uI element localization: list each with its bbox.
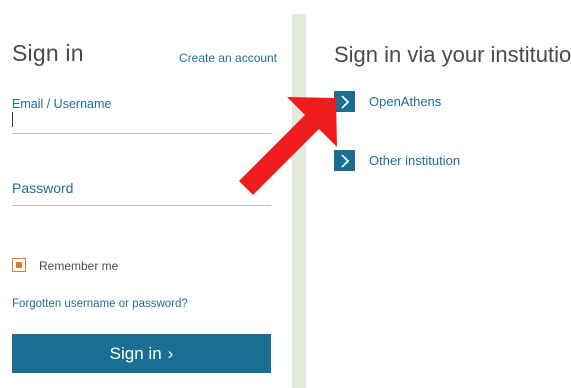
remember-me-label: Remember me	[39, 259, 119, 273]
forgot-password-link[interactable]: Forgotten username or password?	[12, 298, 188, 310]
other-institution-option[interactable]: Other institution	[334, 150, 460, 171]
create-account-link[interactable]: Create an account	[179, 51, 277, 65]
email-input[interactable]	[12, 110, 271, 134]
openathens-option[interactable]: OpenAthens	[334, 91, 441, 112]
sign-in-title: Sign in	[12, 40, 84, 66]
chevron-right-icon: ›	[167, 344, 174, 363]
password-input[interactable]	[12, 182, 271, 206]
email-label: Email / Username	[12, 97, 112, 111]
text-cursor	[12, 112, 13, 127]
chevron-right-icon	[334, 91, 355, 112]
checkbox-mark	[16, 262, 22, 268]
sign-in-button[interactable]: Sign in ›	[12, 334, 271, 373]
openathens-label: OpenAthens	[369, 94, 442, 109]
sign-in-button-label: Sign in	[109, 343, 162, 363]
sign-in-panel: Sign in Create an account Email / Userna…	[0, 0, 292, 388]
remember-me-checkbox[interactable]	[12, 258, 26, 272]
institution-panel: Sign in via your institution OpenAthens …	[306, 0, 571, 388]
login-page: Sign in Create an account Email / Userna…	[0, 0, 571, 388]
panel-divider	[292, 14, 306, 388]
other-institution-label: Other institution	[369, 153, 461, 168]
chevron-right-icon	[334, 150, 355, 171]
institution-title: Sign in via your institution	[334, 42, 571, 67]
